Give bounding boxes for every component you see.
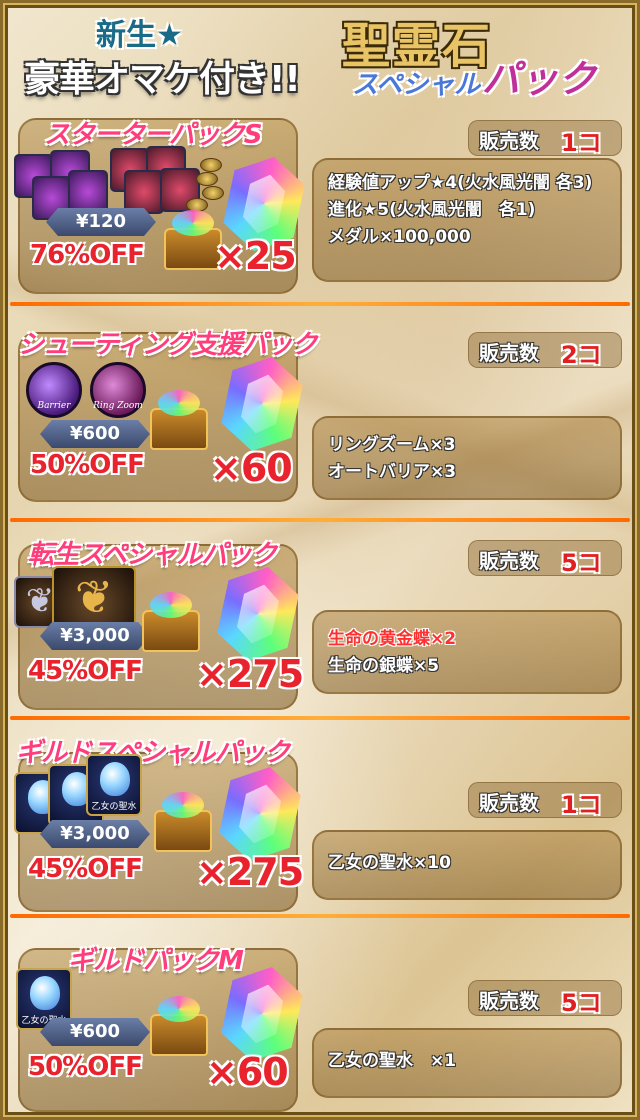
section-divider xyxy=(10,518,630,522)
sold-label: 販売数 xyxy=(479,129,539,153)
header-line1: 新生★ xyxy=(96,18,183,53)
treasure-chest-icon xyxy=(150,390,208,450)
holy-water-icon-label: 乙女の聖水 xyxy=(91,802,137,812)
section-divider xyxy=(10,716,630,720)
sold-value: 2コ xyxy=(561,341,602,369)
potion-icon xyxy=(30,976,60,1010)
pack-title: シューティング支援パック xyxy=(18,330,317,360)
section-divider xyxy=(10,302,630,306)
potion-icon xyxy=(100,762,130,796)
ring-zoom-icon-label: Ring Zoom xyxy=(93,401,143,411)
content-line-highlight: 生命の黄金蝶×2 xyxy=(328,629,457,649)
content-line: 乙女の聖水 ×1 xyxy=(328,1051,457,1071)
sold-value: 1コ xyxy=(561,129,602,157)
header-banner: 新生★ 豪華オマケ付き!! 聖霊石 スペシャル パック xyxy=(0,0,640,108)
pack-title: ギルドパックM xyxy=(68,946,244,976)
sold-count-badge: 販売数 5コ xyxy=(468,980,622,1017)
price-tag: ¥120 xyxy=(46,208,156,236)
pack-rebirth-special[interactable]: 転生スペシャルパック 販売数 5コ ❦ ❦ ¥3,000 45%OFF ×275… xyxy=(0,526,640,716)
discount-label: 45%OFF xyxy=(28,656,143,686)
content-line: 経験値アップ★4(火水風光闇 各3) xyxy=(328,173,593,193)
treasure-chest-icon xyxy=(150,996,208,1056)
evolve-card-icon xyxy=(124,170,164,214)
content-line: メダル×100,000 xyxy=(328,227,471,247)
pack-guild-special[interactable]: ギルドスペシャルパック 販売数 1コ 乙女の聖水 ¥3,000 45%OFF ×… xyxy=(0,724,640,914)
price-tag: ¥3,000 xyxy=(40,622,150,650)
price-tag: ¥600 xyxy=(40,1018,150,1046)
barrier-icon-label: Barrier xyxy=(37,401,71,411)
sold-label: 販売数 xyxy=(479,549,539,573)
medal-icon xyxy=(196,172,218,186)
sold-value: 1コ xyxy=(561,791,602,819)
pack-contents-panel: 乙女の聖水 ×1 xyxy=(312,1028,622,1098)
content-line: 進化★5(火水風光闇 各1) xyxy=(328,200,536,220)
header-title-sub2: パック xyxy=(482,57,597,101)
sold-value: 5コ xyxy=(561,549,602,577)
holy-water-icon: 乙女の聖水 xyxy=(86,754,142,816)
sold-label: 販売数 xyxy=(479,791,539,815)
discount-label: 76%OFF xyxy=(30,240,145,270)
pack-contents-panel: 経験値アップ★4(火水風光闇 各3) 進化★5(火水風光闇 各1) メダル×10… xyxy=(312,158,622,282)
pack-starter-s[interactable]: スターターパックS 販売数 1コ ¥120 76%OFF ×25 経験値アップ★… xyxy=(0,112,640,302)
treasure-chest-icon xyxy=(142,592,200,652)
section-divider xyxy=(10,914,630,918)
header-title-sub1: スペシャル xyxy=(352,70,481,100)
stone-multiplier: ×25 xyxy=(214,234,297,278)
barrier-item-icon: Barrier xyxy=(26,362,82,418)
content-line: 乙女の聖水×10 xyxy=(328,853,451,873)
content-line: オートバリア×3 xyxy=(328,462,457,482)
content-line: 生命の銀蝶×5 xyxy=(328,656,440,676)
pack-contents-panel: リングズーム×3 オートバリア×3 xyxy=(312,416,622,500)
sold-count-badge: 販売数 1コ xyxy=(468,782,622,819)
stone-multiplier: ×275 xyxy=(196,850,304,894)
price-tag: ¥600 xyxy=(40,420,150,448)
medal-icon xyxy=(202,186,224,200)
discount-label: 45%OFF xyxy=(28,854,143,884)
medal-icon xyxy=(200,158,222,172)
stone-multiplier: ×275 xyxy=(196,652,304,696)
pack-shooting-support[interactable]: シューティング支援パック 販売数 2コ Barrier Ring Zoom ¥6… xyxy=(0,310,640,510)
price-tag: ¥3,000 xyxy=(40,820,150,848)
stone-multiplier: ×60 xyxy=(210,446,293,490)
ring-zoom-item-icon: Ring Zoom xyxy=(90,362,146,418)
pack-guild-m[interactable]: ギルドパックM 販売数 5コ 乙女の聖水 ¥600 50%OFF ×60 乙女の… xyxy=(0,922,640,1112)
discount-label: 50%OFF xyxy=(30,450,145,480)
sold-count-badge: 販売数 2コ xyxy=(468,332,622,369)
header-line2: 豪華オマケ付き!! xyxy=(24,59,301,100)
treasure-chest-icon xyxy=(154,792,212,852)
sold-count-badge: 販売数 1コ xyxy=(468,120,622,157)
stone-multiplier: ×60 xyxy=(206,1050,289,1094)
content-line: リングズーム×3 xyxy=(328,435,456,455)
sold-label: 販売数 xyxy=(479,341,539,365)
sold-value: 5コ xyxy=(561,989,602,1017)
sold-count-badge: 販売数 5コ xyxy=(468,540,622,577)
discount-label: 50%OFF xyxy=(28,1052,143,1082)
pack-contents-panel: 乙女の聖水×10 xyxy=(312,830,622,900)
xp-card-icon xyxy=(68,170,108,214)
sold-label: 販売数 xyxy=(479,989,539,1013)
pack-contents-panel: 生命の黄金蝶×2 生命の銀蝶×5 xyxy=(312,610,622,694)
